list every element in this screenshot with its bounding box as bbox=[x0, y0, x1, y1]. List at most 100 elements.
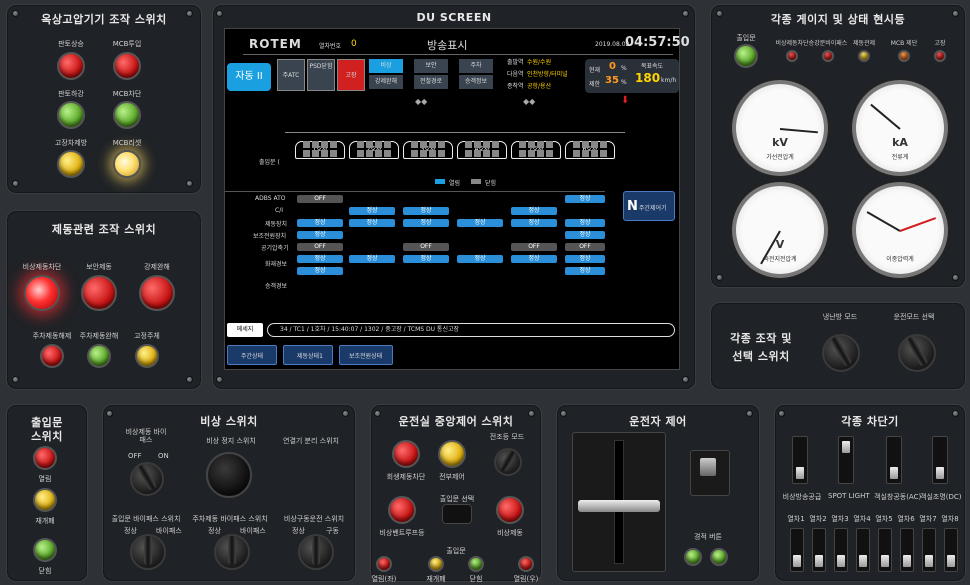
security-brake-button[interactable] bbox=[81, 275, 117, 311]
door-open-right-button[interactable] bbox=[518, 556, 534, 572]
label: SPOT LIGHT bbox=[828, 492, 870, 500]
regen-cut-button[interactable] bbox=[392, 440, 420, 468]
status-cell[interactable]: 정상 bbox=[297, 255, 343, 263]
parking-brake-release-button[interactable] bbox=[40, 344, 64, 368]
legend-closed: 닫힘 bbox=[485, 180, 497, 187]
status-cell[interactable]: 정상 bbox=[349, 219, 395, 227]
status-cell[interactable]: 정상 bbox=[511, 207, 557, 215]
center-btn-passenger[interactable]: 승객정보 bbox=[459, 75, 493, 89]
status-cell[interactable]: OFF bbox=[511, 243, 557, 251]
status-cell[interactable]: 정상 bbox=[565, 267, 605, 275]
car-breaker[interactable] bbox=[812, 528, 826, 572]
status-cell[interactable]: 정상 bbox=[403, 255, 449, 263]
center-btn-route[interactable]: 전철경로 bbox=[414, 75, 448, 89]
status-cell[interactable]: 정상 bbox=[565, 195, 605, 203]
center-btn-emergency[interactable]: 비상 bbox=[369, 59, 403, 73]
status-cell[interactable]: OFF bbox=[403, 243, 449, 251]
gauge-needle bbox=[870, 103, 901, 130]
breaker-2[interactable] bbox=[838, 436, 854, 484]
hvac-mode-knob[interactable] bbox=[822, 334, 860, 372]
mcb-reset-button[interactable] bbox=[113, 150, 141, 178]
label: 고정주체 bbox=[134, 332, 160, 340]
pantograph-down-button[interactable] bbox=[57, 101, 85, 129]
car-breaker[interactable] bbox=[922, 528, 936, 572]
car-breaker[interactable] bbox=[944, 528, 958, 572]
door-close-center-button[interactable] bbox=[468, 556, 484, 572]
screw bbox=[716, 274, 723, 281]
headlight-mode-knob[interactable] bbox=[494, 448, 522, 476]
status-cell[interactable]: 정상 bbox=[565, 219, 605, 227]
front-control-button[interactable] bbox=[438, 440, 466, 468]
status-cell[interactable]: 정상 bbox=[403, 207, 449, 215]
speed-current-label: 현재 bbox=[589, 67, 601, 74]
screw bbox=[682, 376, 689, 383]
parking-bypass-knob[interactable] bbox=[214, 534, 250, 570]
door-open-left-button[interactable] bbox=[376, 556, 392, 572]
row-label-adbs: ADBS ATO bbox=[255, 195, 286, 202]
emergency-stop-button[interactable] bbox=[206, 452, 252, 498]
psd-button[interactable]: PSD닫힘 bbox=[307, 59, 335, 91]
status-cell[interactable]: 정상 bbox=[565, 255, 605, 263]
label: 비상 정지 스위치 bbox=[206, 437, 256, 445]
status-cell[interactable]: 정상 bbox=[511, 219, 557, 227]
door-select-switch[interactable] bbox=[442, 504, 472, 524]
center-btn-release[interactable]: 강제완해 bbox=[369, 75, 403, 89]
car-breaker[interactable] bbox=[878, 528, 892, 572]
status-cell[interactable]: OFF bbox=[565, 243, 605, 251]
car-breaker[interactable] bbox=[900, 528, 914, 572]
mcb-open-button[interactable] bbox=[113, 101, 141, 129]
breaker-1[interactable] bbox=[792, 436, 808, 484]
car-breaker[interactable] bbox=[834, 528, 848, 572]
status-cell[interactable]: 정상 bbox=[511, 255, 557, 263]
breaker-3[interactable] bbox=[886, 436, 902, 484]
horn-button-1[interactable] bbox=[684, 548, 702, 566]
panel-title: 운전자 제어 bbox=[629, 415, 687, 428]
controller-handle[interactable] bbox=[578, 500, 660, 512]
status-cell[interactable]: OFF bbox=[297, 243, 343, 251]
door-close-button[interactable] bbox=[33, 538, 57, 562]
door-open-button[interactable] bbox=[33, 446, 57, 470]
reverser-handle[interactable] bbox=[700, 458, 716, 476]
status-cell[interactable]: 정상 bbox=[297, 219, 343, 227]
gauge-sub: 축전지전압계 bbox=[763, 256, 797, 263]
status-cell[interactable]: 정상 bbox=[403, 219, 449, 227]
status-cell[interactable]: 정상 bbox=[565, 231, 605, 239]
car-breaker[interactable] bbox=[856, 528, 870, 572]
breaker-4[interactable] bbox=[932, 436, 948, 484]
mcb-close-button[interactable] bbox=[113, 52, 141, 80]
status-cell[interactable]: 정상 bbox=[457, 219, 503, 227]
label: 출입문 bbox=[446, 547, 466, 555]
door-indicator-lamp[interactable] bbox=[734, 44, 758, 68]
emergency-brake-cut-button[interactable] bbox=[24, 275, 60, 311]
center-btn-parking[interactable]: 주차 bbox=[459, 59, 493, 73]
ebrake-bypass-knob[interactable] bbox=[130, 462, 164, 496]
status-cell[interactable]: 정상 bbox=[297, 231, 343, 239]
brake-control-indicator bbox=[858, 50, 870, 62]
atc-button[interactable]: 주ATC bbox=[277, 59, 305, 91]
car-breaker[interactable] bbox=[790, 528, 804, 572]
horn-button-2[interactable] bbox=[710, 548, 728, 566]
label: 닫힘 bbox=[38, 567, 52, 575]
status-cell[interactable]: 정상 bbox=[349, 255, 395, 263]
status-cell[interactable]: OFF bbox=[297, 195, 343, 203]
pantograph-up-button[interactable] bbox=[57, 52, 85, 80]
center-btn-security[interactable]: 보안 bbox=[414, 59, 448, 73]
drive-mode-knob[interactable] bbox=[898, 334, 936, 372]
parking-brake-apply-button[interactable] bbox=[87, 344, 111, 368]
door-bypass-knob[interactable] bbox=[130, 534, 166, 570]
fault-button[interactable]: 고장 bbox=[337, 59, 365, 91]
door-reopen-center-button[interactable] bbox=[428, 556, 444, 572]
force-release-button[interactable] bbox=[139, 275, 175, 311]
mode-badge[interactable]: 자동 II bbox=[227, 63, 271, 91]
emergency-brake-button[interactable] bbox=[496, 496, 524, 524]
status-cell[interactable]: 정상 bbox=[297, 267, 343, 275]
door-reopen-button[interactable] bbox=[33, 488, 57, 512]
fault-isolate-button[interactable] bbox=[57, 150, 85, 178]
status-cell[interactable]: 정상 bbox=[349, 207, 395, 215]
label: 고장차제방 bbox=[54, 139, 88, 147]
emergency-drive-knob[interactable] bbox=[298, 534, 334, 570]
emergency-vent-button[interactable] bbox=[388, 496, 416, 524]
status-cell[interactable]: 정상 bbox=[457, 255, 503, 263]
drive-mode-label: 운전모드 선택 bbox=[893, 313, 935, 321]
fixed-brake-button[interactable] bbox=[135, 344, 159, 368]
